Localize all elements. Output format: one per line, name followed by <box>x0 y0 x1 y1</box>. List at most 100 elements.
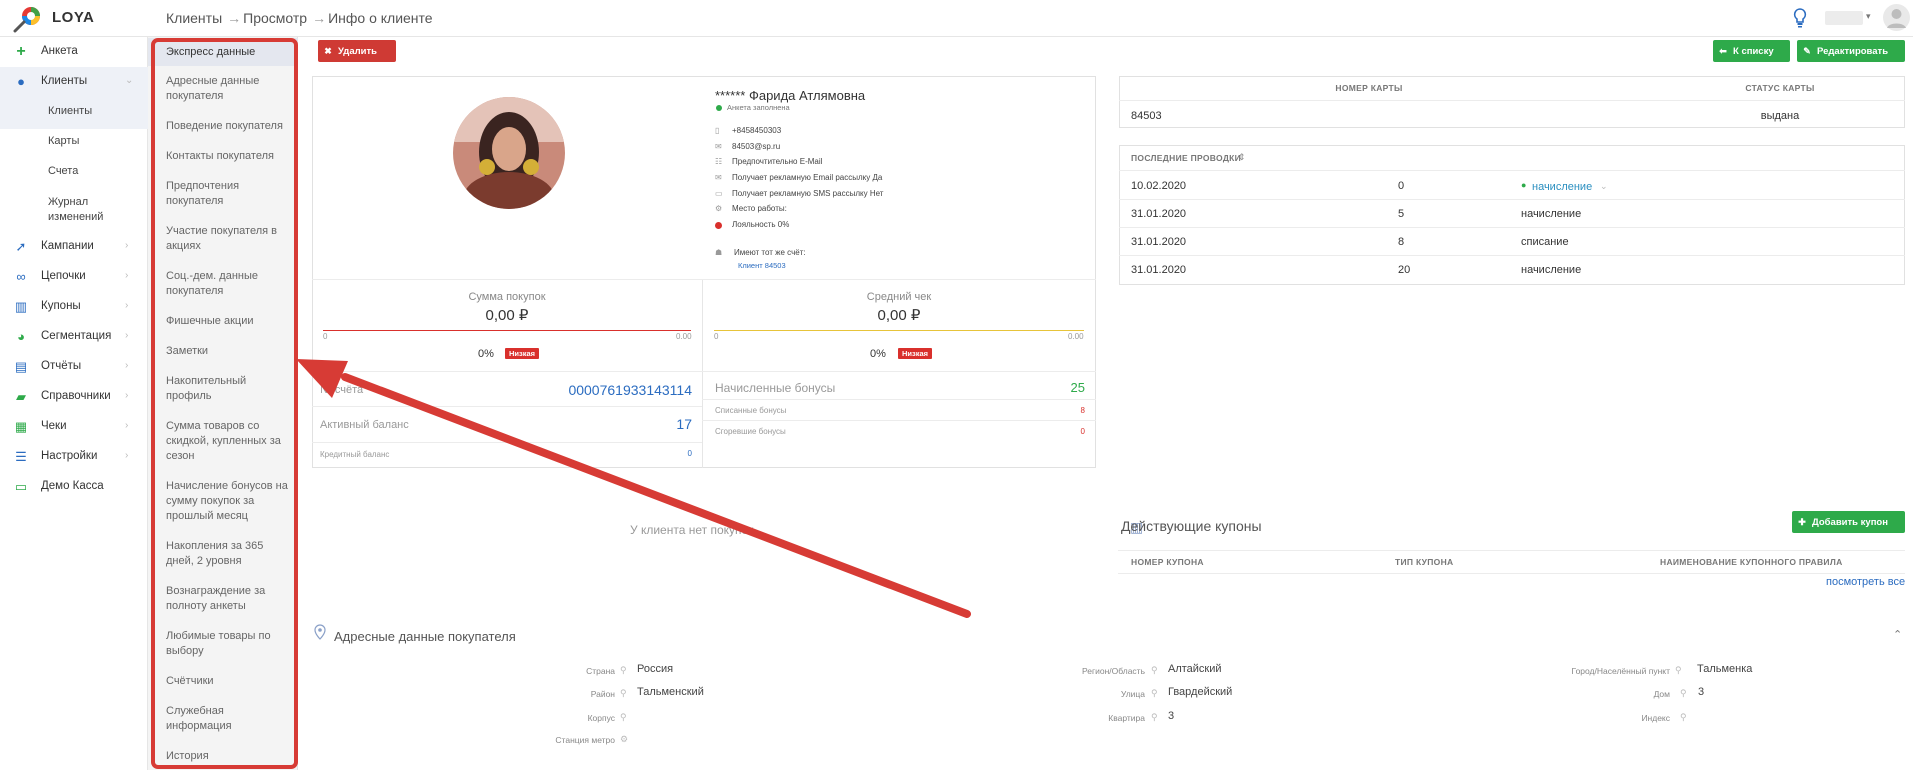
divider <box>312 442 702 443</box>
transaction-amount: 0 <box>1398 180 1405 192</box>
sum-value: 0,00 ₽ <box>485 307 529 324</box>
logo-text[interactable]: LOYA <box>52 9 94 26</box>
address-label-district: Район <box>590 689 615 699</box>
highlight-frame <box>151 38 298 769</box>
client-contact-pref: Предпочтительно E-Mail <box>732 157 823 166</box>
divider <box>702 399 1096 400</box>
address-value-country: Россия <box>637 663 674 675</box>
sidebar-subitem-clients[interactable]: Клиенты <box>0 105 148 117</box>
avg-value: 0,00 ₽ <box>877 307 921 324</box>
sidebar-subitem-cards[interactable]: Карты <box>0 135 148 147</box>
avatar[interactable] <box>1883 4 1910 31</box>
transaction-amount: 20 <box>1398 264 1411 276</box>
receipt-icon: ▦ <box>14 419 28 434</box>
sidebar-subitem-changelog[interactable]: Журнал изменений <box>0 195 118 225</box>
see-all-coupons-link[interactable]: посмотреть все <box>1826 576 1905 588</box>
bonus-accrued: 25 <box>1070 380 1085 395</box>
account-number[interactable]: 0000761933143114 <box>540 382 692 398</box>
transaction-date: 10.02.2020 <box>1131 180 1187 192</box>
chevron-down-icon[interactable]: ⌄ <box>1600 181 1608 192</box>
transactions-header: ПОСЛЕДНИЕ ПРОВОДКИ <box>1131 153 1242 163</box>
coupon-type-header: ТИП КУПОНА <box>1395 557 1454 567</box>
users-icon: ☗ <box>715 248 723 257</box>
user-icon: ● <box>1521 180 1527 190</box>
address-label-region: Регион/Область <box>1081 666 1145 676</box>
sum-progress-bar <box>323 330 691 331</box>
collapse-chevron-icon[interactable]: ⌃ <box>1893 628 1902 641</box>
user-icon: ● <box>17 74 25 89</box>
map-pin-icon <box>314 624 326 640</box>
sliders-icon: ☰ <box>15 449 27 464</box>
sum-level-badge: Низкая <box>505 348 540 359</box>
divider <box>1119 255 1905 256</box>
list-icon: ☷ <box>715 157 723 166</box>
sidebar-item-label: Демо Касса <box>41 480 104 492</box>
chevron-down-icon: ⌄ <box>125 75 134 86</box>
address-value-house: 3 <box>1698 686 1705 698</box>
avg-label: Средний чек <box>866 291 932 303</box>
pin-icon: ⚲ <box>620 688 627 698</box>
client-email: 84503@sp.ru <box>732 142 781 151</box>
gear-icon: ⚙ <box>715 204 723 213</box>
chevron-right-icon: › <box>125 330 129 341</box>
sidebar-item-label: Купоны <box>41 300 81 312</box>
breadcrumb-item[interactable]: Просмотр <box>243 10 307 26</box>
address-label-house: Дом <box>1653 689 1670 699</box>
sum-scale-min: 0 <box>323 332 328 341</box>
address-label-building: Корпус <box>587 713 615 723</box>
transaction-type: начисление <box>1521 264 1582 276</box>
address-label-apartment: Квартира <box>1108 713 1145 723</box>
divider <box>1119 199 1905 200</box>
delete-button[interactable]: ✖ Удалить <box>318 40 396 62</box>
bar-chart-icon: ▤ <box>14 359 28 374</box>
credit-balance: 0 <box>687 449 692 458</box>
sidebar-subitem-accounts[interactable]: Счета <box>0 165 148 177</box>
logo-icon[interactable] <box>12 5 42 33</box>
rocket-icon: ➚ <box>15 239 27 254</box>
user-name[interactable] <box>1825 11 1863 25</box>
active-balance: 17 <box>676 416 692 432</box>
sidebar-item-label: Клиенты <box>41 75 88 87</box>
breadcrumb-item: Инфо о клиенте <box>328 10 433 26</box>
pie-icon: ◕ <box>17 329 25 344</box>
pin-icon: ⚲ <box>1151 665 1158 675</box>
transaction-type[interactable]: начисление <box>1532 181 1592 193</box>
loyalty-dot-icon <box>715 222 722 229</box>
plus-icon: ✚ <box>1798 517 1806 527</box>
bonus-burned: 0 <box>1080 427 1085 436</box>
chevron-right-icon: › <box>125 420 129 431</box>
address-label-country: Страна <box>586 666 615 676</box>
client-sms-ads: Получает рекламную SMS рассылку Нет <box>732 189 884 198</box>
chevron-right-icon: › <box>125 360 129 371</box>
chevron-down-icon[interactable]: ▾ <box>1866 11 1871 22</box>
pin-icon: ⚲ <box>1680 712 1687 722</box>
close-icon: ✖ <box>324 46 332 56</box>
chevron-right-icon: › <box>125 240 129 251</box>
card-status-header: СТАТУС КАРТЫ <box>1745 83 1815 93</box>
address-value-city: Тальменка <box>1697 663 1753 675</box>
address-value-district: Тальменский <box>637 686 704 698</box>
edit-label: Редактировать <box>1817 46 1889 57</box>
to-list-button[interactable]: ⬅ К списку <box>1713 40 1790 62</box>
status-dot-icon <box>716 105 722 111</box>
plus-icon: + <box>16 43 26 60</box>
sidebar-item-label: Сегментация <box>41 330 112 342</box>
lightbulb-icon[interactable] <box>1793 8 1807 28</box>
card-number[interactable]: 84503 <box>1131 110 1162 122</box>
divider <box>1118 573 1905 574</box>
sidebar-item-label: Кампании <box>41 240 94 252</box>
edit-button[interactable]: ✎ Редактировать <box>1797 40 1905 62</box>
avg-progress-bar <box>714 330 1084 331</box>
address-label-city: Город/Населённый пункт <box>1571 666 1670 676</box>
chain-icon: ∞ <box>16 269 26 284</box>
metro-icon: ⚙ <box>620 734 629 744</box>
divider <box>1118 550 1905 551</box>
breadcrumb-item[interactable]: Клиенты <box>166 10 222 26</box>
add-coupon-button[interactable]: ✚ Добавить купон <box>1792 511 1905 533</box>
sidebar-item-label: Цепочки <box>41 270 86 282</box>
client-name: ****** Фарида Атлямовна <box>715 88 866 103</box>
coupon-number-header: НОМЕР КУПОНА <box>1131 557 1204 567</box>
client-phone: +8458450303 <box>732 126 782 135</box>
shared-client-link[interactable]: Клиент 84503 <box>738 261 786 270</box>
sort-icon[interactable]: ⇕ <box>1238 152 1246 163</box>
